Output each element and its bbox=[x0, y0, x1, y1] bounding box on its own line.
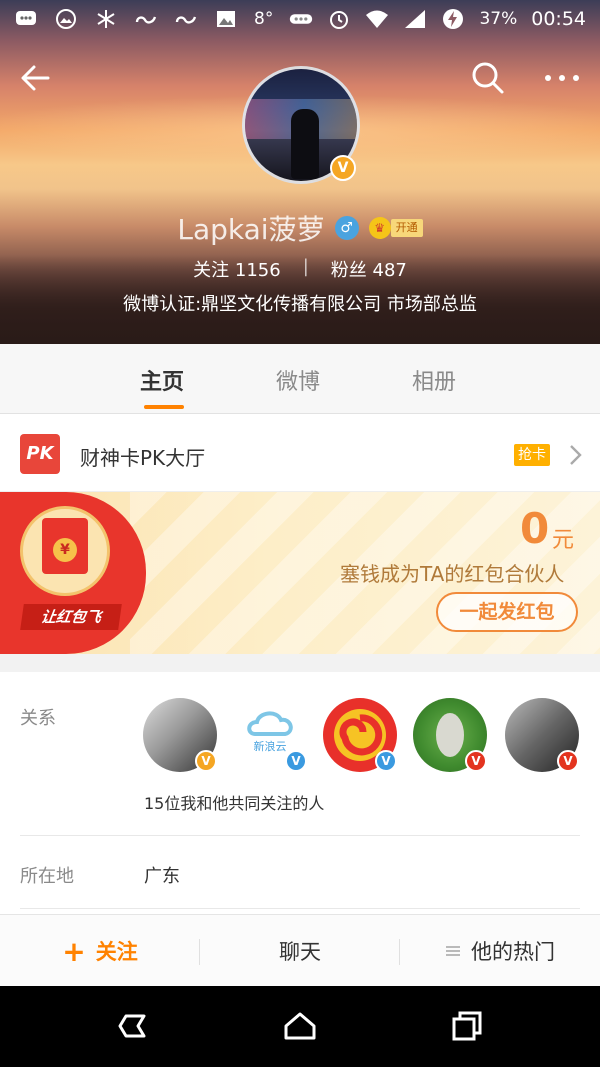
snowflake-icon bbox=[97, 10, 115, 28]
back-icon[interactable] bbox=[18, 56, 62, 100]
verification-text: 微博认证:鼎坚文化传播有限公司 市场部总监 bbox=[123, 294, 477, 315]
relationship-label: 关系 bbox=[20, 708, 56, 729]
clock-time: 00:54 bbox=[531, 8, 586, 30]
profile-name-row: Lapkai菠萝 ♂ ♛ 开通 bbox=[0, 208, 600, 248]
tab-home[interactable]: 主页 bbox=[140, 364, 184, 396]
section-gap bbox=[0, 654, 600, 672]
cloud-link-icon bbox=[135, 16, 157, 24]
following-label: 关注 bbox=[193, 260, 230, 281]
followers-stat[interactable]: 粉丝 487 bbox=[331, 256, 407, 282]
profile-stats: 关注 1156 | 粉丝 487 bbox=[0, 256, 600, 282]
male-gender-icon: ♂ bbox=[334, 216, 359, 240]
vip-open-label: 开通 bbox=[390, 219, 423, 237]
sina-cloud-logo-text: 新浪云 bbox=[254, 739, 287, 753]
alarm-icon bbox=[330, 11, 349, 29]
plus-icon: + bbox=[62, 934, 86, 968]
following-count: 1156 bbox=[234, 260, 281, 281]
follow-button[interactable]: + 关注 bbox=[0, 915, 200, 987]
profile-info-section: 关系 V 新浪云 V V V V 15位我和他共同关注的人 所在地 广东 bbox=[0, 672, 600, 916]
red-envelope-icon: ¥ bbox=[42, 518, 88, 574]
tab-weibo[interactable]: 微博 bbox=[276, 364, 320, 396]
location-value: 广东 bbox=[144, 866, 180, 887]
nav-back-icon[interactable] bbox=[104, 1004, 164, 1048]
profile-tabs: 主页 微博 相册 bbox=[0, 344, 600, 414]
nav-recents-icon[interactable] bbox=[436, 1004, 496, 1048]
banner-description: 塞钱成为TA的红包合伙人 bbox=[340, 562, 565, 586]
image-icon bbox=[217, 11, 235, 27]
dots-icon bbox=[290, 14, 313, 24]
following-stat[interactable]: 关注 1156 bbox=[193, 256, 281, 282]
gallery-icon bbox=[56, 9, 76, 29]
vip-badge[interactable]: ♛ 开通 bbox=[368, 217, 423, 239]
verified-badge-icon: V bbox=[285, 750, 307, 772]
follow-label: 关注 bbox=[95, 940, 138, 964]
chat-label: 聊天 bbox=[279, 940, 321, 964]
more-icon[interactable] bbox=[538, 56, 586, 100]
active-tab-indicator bbox=[144, 405, 184, 409]
chat-button[interactable]: 聊天 bbox=[200, 915, 400, 987]
search-icon[interactable] bbox=[466, 56, 510, 100]
signal-icon bbox=[405, 10, 426, 28]
status-bar-notifications: 8° bbox=[14, 8, 313, 30]
temperature-text: 8° bbox=[254, 9, 274, 29]
pk-logo-icon: PK bbox=[20, 434, 60, 474]
chat-icon bbox=[16, 11, 36, 25]
send-red-envelope-button[interactable]: 一起发红包 bbox=[436, 592, 578, 632]
tab-album[interactable]: 相册 bbox=[412, 364, 456, 396]
profile-name: Lapkai菠萝 bbox=[177, 213, 325, 246]
followers-label: 粉丝 bbox=[330, 260, 367, 281]
battery-percent: 37% bbox=[479, 9, 518, 29]
banner-amount: 0 bbox=[520, 504, 550, 553]
banner-slogan: 让红包飞 bbox=[20, 604, 122, 630]
wifi-icon bbox=[366, 10, 389, 28]
status-bar-system: 37% 00:54 bbox=[327, 8, 586, 30]
hot-posts-label: 他的热门 bbox=[471, 940, 555, 964]
status-bar: 8° 37% 00:54 bbox=[0, 0, 600, 40]
pk-hall-title: 财神卡PK大厅 bbox=[80, 446, 206, 470]
verified-badge-icon: V bbox=[557, 750, 579, 772]
menu-lines-icon bbox=[446, 946, 460, 956]
divider bbox=[20, 908, 580, 909]
stats-separator: | bbox=[302, 256, 309, 277]
red-envelope-banner[interactable]: ¥ 让红包飞 0 元 塞钱成为TA的红包合伙人 一起发红包 bbox=[0, 492, 600, 654]
pk-hall-row[interactable]: PK 财神卡PK大厅 抢卡 bbox=[0, 418, 600, 492]
crown-icon: ♛ bbox=[368, 217, 391, 239]
divider bbox=[20, 835, 580, 836]
banner-amount-unit: 元 bbox=[552, 528, 575, 553]
chevron-right-icon bbox=[570, 445, 582, 465]
system-nav-bar bbox=[0, 986, 600, 1067]
cloud-link-icon bbox=[175, 16, 197, 24]
verified-badge-icon: V bbox=[330, 155, 356, 181]
profile-cover: 8° 37% 00:54 V Lapkai菠萝 ♂ ♛ 开通 关注 1156 |… bbox=[0, 0, 600, 344]
profile-action-bar: + 关注 聊天 他的热门 bbox=[0, 914, 600, 986]
battery-charging-icon bbox=[443, 9, 464, 29]
verified-badge-icon: V bbox=[195, 750, 217, 772]
followers-count: 487 bbox=[372, 260, 407, 281]
grab-card-badge: 抢卡 bbox=[514, 444, 550, 466]
nav-home-icon[interactable] bbox=[270, 1004, 330, 1048]
common-follow-caption[interactable]: 15位我和他共同关注的人 bbox=[144, 790, 324, 814]
avatar-person bbox=[291, 109, 319, 179]
verified-badge-icon: V bbox=[465, 750, 487, 772]
verified-badge-icon: V bbox=[375, 750, 397, 772]
location-label: 所在地 bbox=[20, 866, 74, 887]
hot-posts-button[interactable]: 他的热门 bbox=[400, 915, 600, 987]
yuan-symbol: ¥ bbox=[53, 538, 77, 562]
